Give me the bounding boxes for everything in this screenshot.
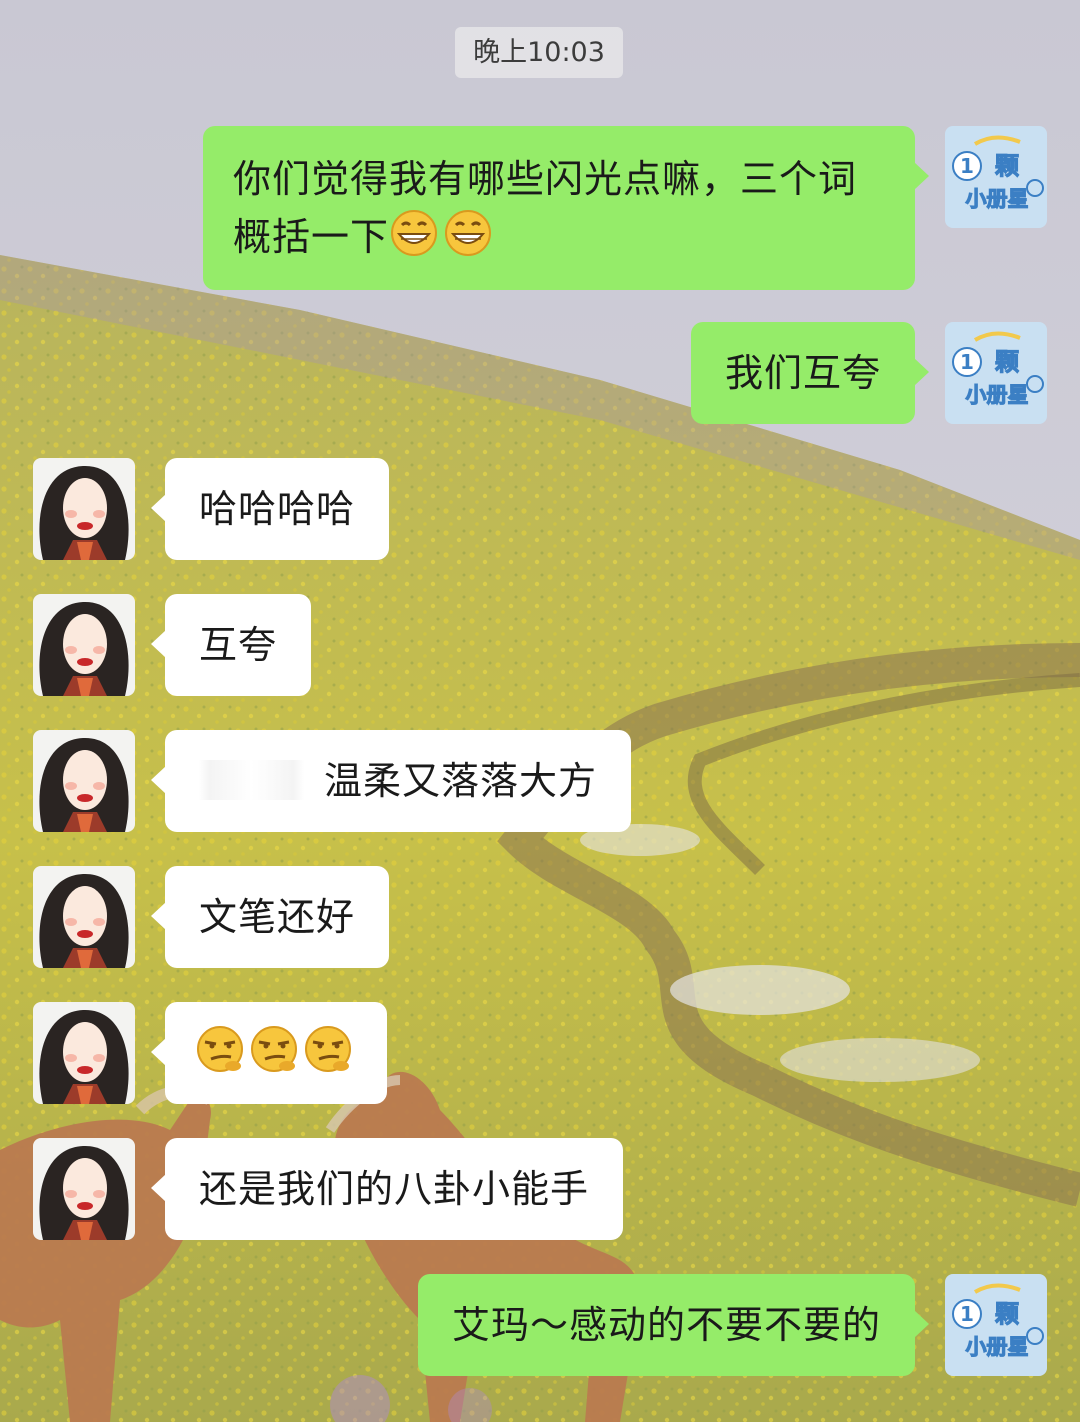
self-avatar[interactable]: 1 颗 小册星 bbox=[945, 1274, 1047, 1376]
svg-text:颗: 颗 bbox=[995, 348, 1019, 376]
self-avatar[interactable]: 1 颗 小册星 bbox=[945, 126, 1047, 228]
svg-text:颗: 颗 bbox=[995, 152, 1019, 180]
friend-avatar[interactable] bbox=[33, 1002, 135, 1104]
message-row-outgoing: 1 颗 小册星 艾玛～感动的不要不要的 bbox=[417, 1274, 1047, 1376]
message-bubble[interactable]: 还是我们的八卦小能手 bbox=[150, 1138, 624, 1240]
message-row-incoming bbox=[33, 1002, 387, 1104]
message-row-outgoing: 1 颗 小册星 你们觉得我有哪些闪光点嘛，三个词概括一下 bbox=[203, 126, 1047, 290]
message-bubble[interactable]: 你们觉得我有哪些闪光点嘛，三个词概括一下 bbox=[203, 126, 929, 290]
smirk-emoji-icon bbox=[195, 1024, 245, 1074]
message-text: 温柔又落落大方 bbox=[324, 759, 598, 803]
message-row-outgoing: 1 颗 小册星 我们互夸 bbox=[690, 322, 1047, 424]
message-row-incoming: 文笔还好 bbox=[33, 866, 390, 968]
grin-emoji-icon bbox=[443, 208, 493, 258]
chat-panel: 晚上10:03 1 颗 小册星 你们觉得我有哪些闪光点嘛，三个词概括一下 1 颗… bbox=[0, 0, 1080, 1422]
svg-text:小册星: 小册星 bbox=[966, 187, 1029, 211]
message-text: 还是我们的八卦小能手 bbox=[199, 1167, 590, 1211]
smirk-emoji-icon bbox=[249, 1024, 299, 1074]
svg-text:小册星: 小册星 bbox=[966, 383, 1029, 407]
message-row-incoming: 还是我们的八卦小能手 bbox=[33, 1138, 624, 1240]
message-text: 我们互夸 bbox=[724, 351, 881, 395]
svg-text:1: 1 bbox=[960, 1302, 974, 1326]
message-text: 艾玛～感动的不要不要的 bbox=[451, 1303, 881, 1347]
message-bubble[interactable]: 文笔还好 bbox=[150, 866, 390, 968]
svg-text:颗: 颗 bbox=[995, 1300, 1019, 1328]
message-bubble[interactable]: 哈哈哈哈 bbox=[150, 458, 390, 560]
message-text: 互夸 bbox=[199, 623, 278, 667]
message-bubble[interactable]: 互夸 bbox=[150, 594, 312, 696]
message-bubble[interactable]: 温柔又落落大方 bbox=[150, 730, 632, 832]
message-text: 你们觉得我有哪些闪光点嘛，三个词概括一下 bbox=[233, 157, 858, 259]
message-row-incoming: 互夸 bbox=[33, 594, 312, 696]
message-text: 哈哈哈哈 bbox=[199, 487, 356, 531]
friend-avatar[interactable] bbox=[33, 594, 135, 696]
svg-text:小册星: 小册星 bbox=[966, 1335, 1029, 1359]
smirk-emoji-icon bbox=[303, 1024, 353, 1074]
message-bubble[interactable] bbox=[151, 1002, 387, 1104]
message-timestamp: 晚上10:03 bbox=[455, 27, 623, 78]
self-avatar[interactable]: 1 颗 小册星 bbox=[945, 322, 1047, 424]
redacted-name bbox=[199, 760, 304, 800]
friend-avatar[interactable] bbox=[33, 866, 135, 968]
grin-emoji-icon bbox=[389, 208, 439, 258]
friend-avatar[interactable] bbox=[33, 1138, 135, 1240]
message-text: 文笔还好 bbox=[199, 895, 356, 939]
svg-text:1: 1 bbox=[960, 350, 974, 374]
message-row-incoming: 温柔又落落大方 bbox=[33, 730, 632, 832]
friend-avatar[interactable] bbox=[33, 458, 135, 560]
message-row-incoming: 哈哈哈哈 bbox=[33, 458, 390, 560]
svg-text:1: 1 bbox=[960, 154, 974, 178]
message-bubble[interactable]: 我们互夸 bbox=[690, 322, 930, 424]
message-bubble[interactable]: 艾玛～感动的不要不要的 bbox=[417, 1274, 930, 1376]
friend-avatar[interactable] bbox=[33, 730, 135, 832]
